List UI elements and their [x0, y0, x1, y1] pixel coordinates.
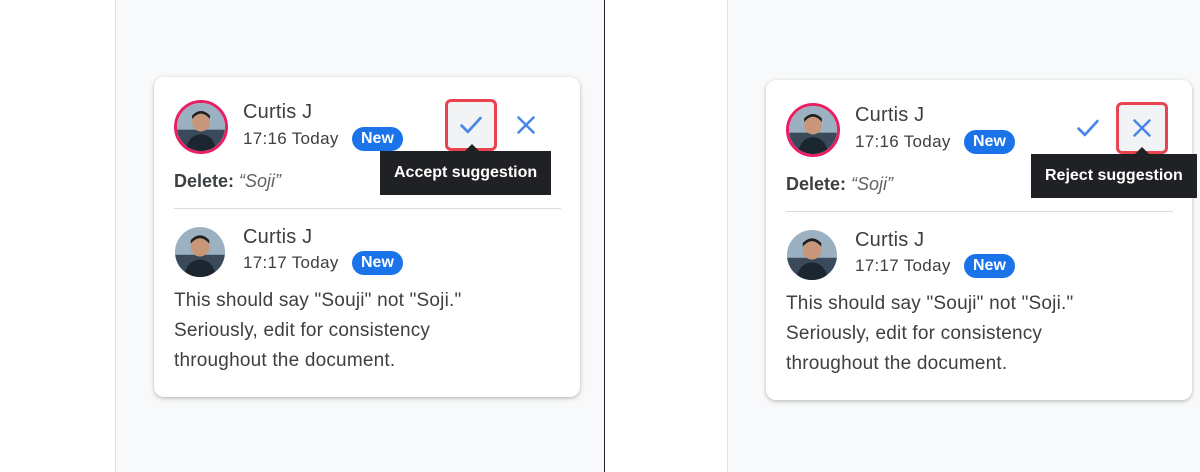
avatar — [786, 103, 840, 157]
delete-suggestion-text: Delete: “Soji” — [174, 171, 281, 192]
timestamp: 17:16 Today — [243, 129, 339, 148]
reject-tooltip: Reject suggestion — [1031, 154, 1197, 198]
avatar-photo — [177, 103, 225, 151]
reply-text-line: This should say "Souji" not "Soji." — [174, 290, 462, 311]
reply-timestamp: 17:17 Today — [855, 256, 951, 275]
check-icon — [460, 116, 482, 134]
deleted-value: “Soji” — [239, 171, 282, 191]
reject-suggestion-button[interactable] — [503, 102, 549, 148]
reply-timestamp: 17:17 Today — [243, 253, 339, 272]
new-badge: New — [964, 130, 1015, 154]
deleted-value: “Soji” — [851, 174, 894, 194]
close-icon — [517, 116, 535, 134]
reply-text: This should say "Souji" not "Soji." Seri… — [786, 289, 1073, 379]
reply-text-line: Seriously, edit for consistency — [174, 320, 431, 341]
reply-text-line: This should say "Souji" not "Soji." — [786, 293, 1074, 314]
suggestion-card[interactable]: Curtis J 17:16 Today New Accept suggesti… — [154, 77, 580, 397]
reply-author-name: Curtis J — [855, 229, 925, 251]
right-panel: Curtis J 17:16 Today New Reject suggesti… — [605, 0, 1200, 472]
delete-label: Delete: — [786, 174, 847, 194]
timestamp: 17:16 Today — [855, 132, 951, 151]
new-badge: New — [964, 254, 1015, 278]
divider — [174, 208, 561, 209]
tooltip-arrow — [465, 144, 479, 151]
close-icon — [1133, 119, 1151, 137]
avatar-photo — [175, 227, 225, 277]
delete-suggestion-text: Delete: “Soji” — [786, 174, 893, 195]
author-name: Curtis J — [855, 104, 925, 126]
avatar — [787, 230, 837, 280]
left-panel: Curtis J 17:16 Today New Accept suggesti… — [0, 0, 604, 472]
reply-text-line: Seriously, edit for consistency — [786, 323, 1043, 344]
new-badge: New — [352, 127, 403, 151]
accept-suggestion-button[interactable] — [1065, 105, 1111, 151]
new-badge: New — [352, 251, 403, 275]
delete-label: Delete: — [174, 171, 235, 191]
avatar-photo — [789, 106, 837, 154]
suggestion-card[interactable]: Curtis J 17:16 Today New Reject suggesti… — [766, 80, 1197, 400]
avatar-photo — [787, 230, 837, 280]
reply-text-line: throughout the document. — [786, 353, 1008, 374]
avatar — [175, 227, 225, 277]
tooltip-arrow — [1135, 147, 1149, 154]
accept-tooltip: Accept suggestion — [380, 151, 552, 195]
check-icon — [1077, 119, 1099, 137]
avatar — [174, 100, 228, 154]
reply-text-line: throughout the document. — [174, 350, 396, 371]
divider — [786, 211, 1173, 212]
author-name: Curtis J — [243, 101, 313, 123]
reply-author-name: Curtis J — [243, 226, 313, 248]
reply-text: This should say "Souji" not "Soji." Seri… — [174, 286, 461, 376]
